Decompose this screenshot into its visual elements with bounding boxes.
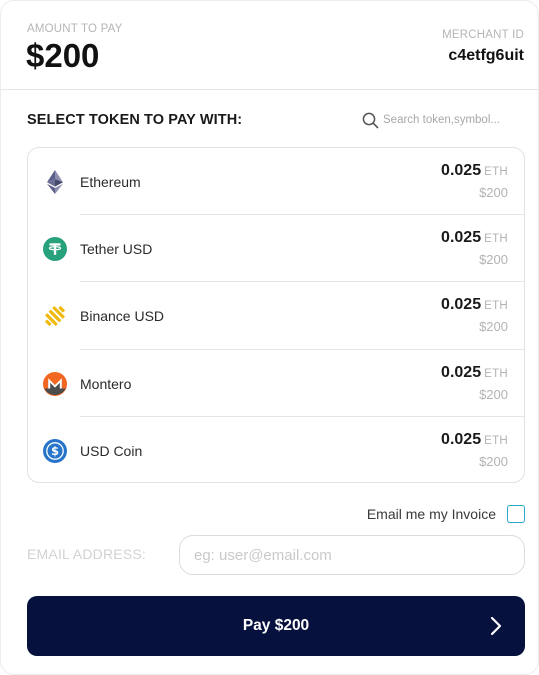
tether-icon [43, 237, 67, 262]
token-amount: 0.025 ETH [441, 229, 508, 247]
token-row-binance-usd[interactable]: Binance USD 0.025 ETH $200 [28, 282, 524, 350]
merchant-id-label: MERCHANT ID [442, 29, 524, 41]
email-address-label: EMAIL ADDRESS: [27, 546, 146, 562]
token-fiat-value: $200 [479, 453, 508, 469]
token-row-usd-coin[interactable]: $ USD Coin 0.025 ETH $200 [28, 417, 524, 482]
token-fiat-value: $200 [479, 319, 508, 335]
token-fiat-value: $200 [479, 185, 508, 200]
token-fiat-value: $200 [479, 386, 508, 402]
token-amount-value: 0.025 [441, 363, 482, 381]
token-name: Ethereum [80, 174, 141, 190]
email-me-invoice-checkbox[interactable] [507, 505, 525, 523]
merchant-id-value: c4etfg6uit [448, 47, 524, 64]
svg-text:$: $ [51, 444, 59, 458]
payment-card: AMOUNT TO PAY $200 MERCHANT ID c4etfg6ui… [0, 0, 539, 675]
amount-value: $200 [26, 37, 100, 74]
token-amount-value: 0.025 [441, 296, 482, 314]
usd-coin-icon: $ [43, 438, 67, 463]
binance-usd-icon [43, 304, 67, 328]
monero-icon [43, 371, 67, 396]
token-list: Ethereum 0.025 ETH $200 Tether USD 0.025 [27, 147, 525, 483]
token-name: Montero [80, 375, 132, 392]
token-name: Tether USD [80, 241, 153, 258]
pay-button-label: Pay $200 [242, 617, 310, 634]
email-me-invoice-label: Email me my Invoice [366, 506, 496, 522]
token-amount: 0.025 ETH [441, 162, 508, 180]
token-amount-value: 0.025 [441, 162, 482, 179]
token-amount-unit: ETH [484, 367, 508, 380]
payment-header: AMOUNT TO PAY $200 MERCHANT ID c4etfg6ui… [1, 1, 538, 90]
token-amount-unit: ETH [484, 166, 508, 178]
token-amount: 0.025 ETH [441, 296, 508, 314]
chevron-right-icon [489, 615, 503, 637]
token-amount-value: 0.025 [441, 430, 482, 448]
select-token-title: SELECT TOKEN TO PAY WITH: [27, 112, 243, 128]
ethereum-icon [43, 170, 67, 194]
token-row-tether-usd[interactable]: Tether USD 0.025 ETH $200 [28, 215, 524, 283]
token-amount-unit: ETH [484, 434, 508, 447]
token-name: Binance USD [80, 308, 165, 325]
amount-label: AMOUNT TO PAY [27, 23, 123, 35]
token-fiat-value: $200 [479, 252, 508, 268]
token-search[interactable] [361, 109, 521, 131]
token-row-montero[interactable]: Montero 0.025 ETH $200 [28, 350, 524, 417]
token-amount: 0.025 ETH [441, 431, 508, 449]
token-row-ethereum[interactable]: Ethereum 0.025 ETH $200 [28, 148, 524, 216]
token-amount-unit: ETH [484, 233, 508, 246]
token-amount-unit: ETH [484, 300, 508, 313]
search-icon [361, 111, 379, 129]
search-input[interactable] [383, 114, 521, 126]
token-name: USD Coin [80, 442, 143, 459]
token-amount: 0.025 ETH [441, 364, 508, 382]
token-amount-value: 0.025 [441, 229, 482, 247]
pay-button[interactable]: Pay $200 [27, 596, 525, 656]
email-address-input[interactable] [179, 535, 525, 575]
